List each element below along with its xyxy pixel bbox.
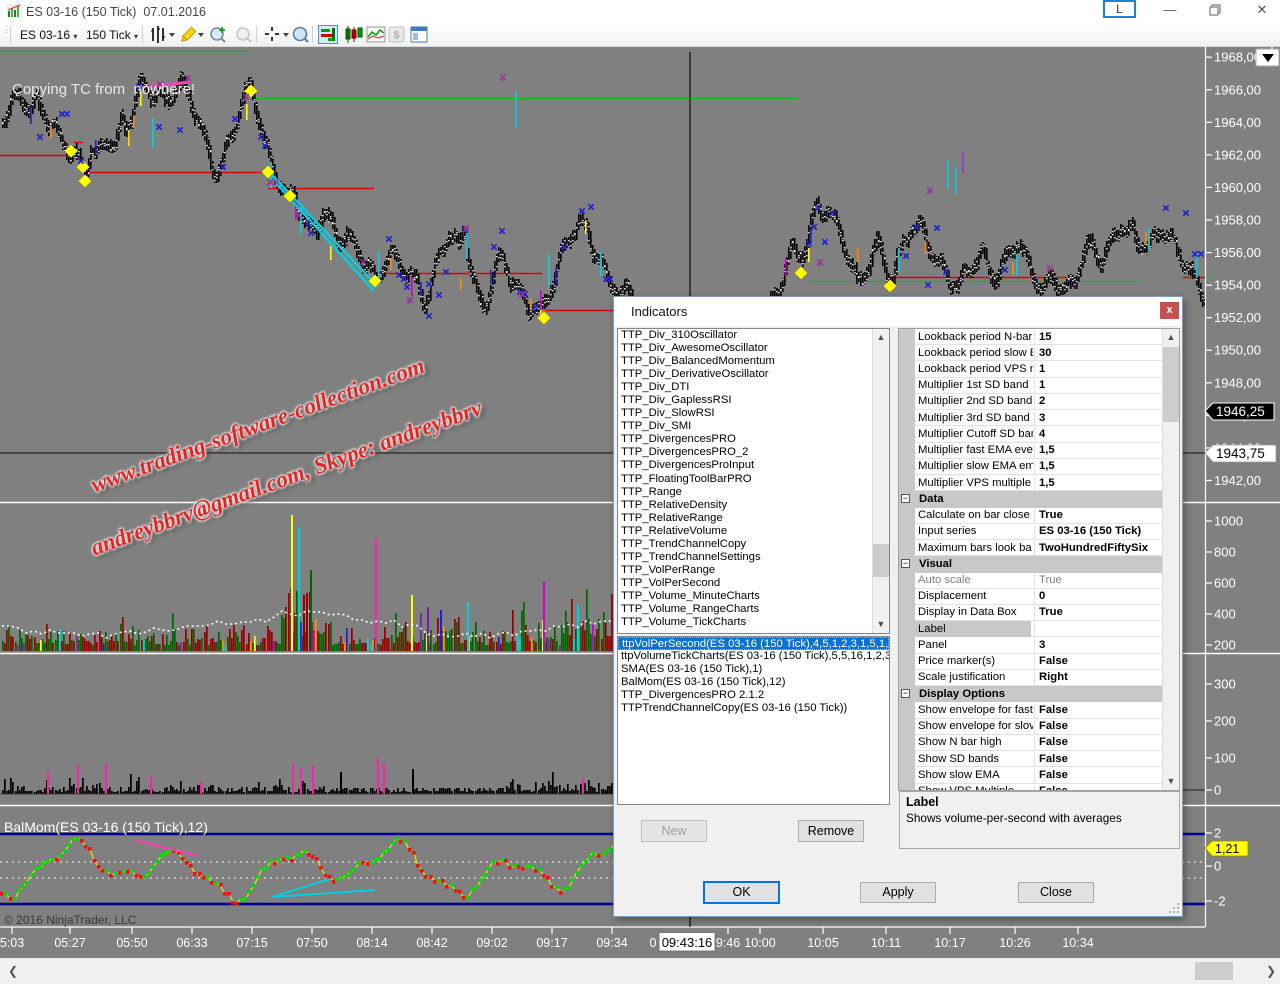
- svg-text:09:43:16: 09:43:16: [662, 935, 713, 950]
- svg-text:09:34: 09:34: [596, 936, 627, 950]
- svg-text:200: 200: [1214, 638, 1236, 653]
- svg-text:800: 800: [1214, 545, 1236, 560]
- svg-text:1952,00: 1952,00: [1214, 310, 1261, 325]
- svg-text:1946,25: 1946,25: [1216, 404, 1265, 419]
- svg-text:07:50: 07:50: [296, 936, 327, 950]
- svg-text:5:03: 5:03: [0, 936, 24, 950]
- svg-text:08:14: 08:14: [356, 936, 387, 950]
- svg-text:1966,00: 1966,00: [1214, 82, 1261, 97]
- svg-text:10:11: 10:11: [871, 936, 901, 950]
- svg-text:10:05: 10:05: [807, 936, 838, 950]
- svg-text:1943,75: 1943,75: [1216, 446, 1265, 461]
- svg-text:1960,00: 1960,00: [1214, 180, 1261, 195]
- svg-text:1950,00: 1950,00: [1214, 343, 1261, 358]
- svg-text:$: $: [393, 30, 399, 42]
- svg-text:1,21: 1,21: [1215, 842, 1239, 856]
- svg-text:08:42: 08:42: [416, 936, 447, 950]
- svg-text:0: 0: [1214, 783, 1221, 798]
- svg-text:1000: 1000: [1214, 514, 1243, 529]
- svg-text:10:00: 10:00: [744, 936, 775, 950]
- svg-text:600: 600: [1214, 576, 1236, 591]
- svg-text:1962,00: 1962,00: [1214, 147, 1261, 162]
- svg-text:300: 300: [1214, 677, 1236, 692]
- svg-text:400: 400: [1214, 607, 1236, 622]
- svg-text:1964,00: 1964,00: [1214, 115, 1261, 130]
- svg-text:07:15: 07:15: [236, 936, 267, 950]
- svg-text:06:33: 06:33: [176, 936, 207, 950]
- svg-text:10:26: 10:26: [999, 936, 1030, 950]
- svg-text:0: 0: [650, 936, 657, 950]
- svg-text:1956,00: 1956,00: [1214, 245, 1261, 260]
- svg-text:1954,00: 1954,00: [1214, 278, 1261, 293]
- svg-text:10:17: 10:17: [934, 936, 965, 950]
- svg-text:9:46: 9:46: [716, 936, 740, 950]
- svg-text:1968,00: 1968,00: [1214, 50, 1261, 65]
- svg-text:1948,00: 1948,00: [1214, 375, 1261, 390]
- svg-text:200: 200: [1214, 714, 1236, 729]
- svg-text:100: 100: [1214, 751, 1236, 766]
- svg-text:09:02: 09:02: [476, 936, 507, 950]
- svg-text:0: 0: [1214, 859, 1221, 874]
- svg-text:2: 2: [1214, 826, 1221, 841]
- svg-text:05:50: 05:50: [116, 936, 147, 950]
- svg-text:05:27: 05:27: [54, 936, 85, 950]
- svg-text:1942,00: 1942,00: [1214, 473, 1261, 488]
- svg-text:1958,00: 1958,00: [1214, 213, 1261, 228]
- svg-text:10:34: 10:34: [1062, 936, 1093, 950]
- svg-text:09:17: 09:17: [536, 936, 567, 950]
- svg-text:-2: -2: [1214, 894, 1226, 909]
